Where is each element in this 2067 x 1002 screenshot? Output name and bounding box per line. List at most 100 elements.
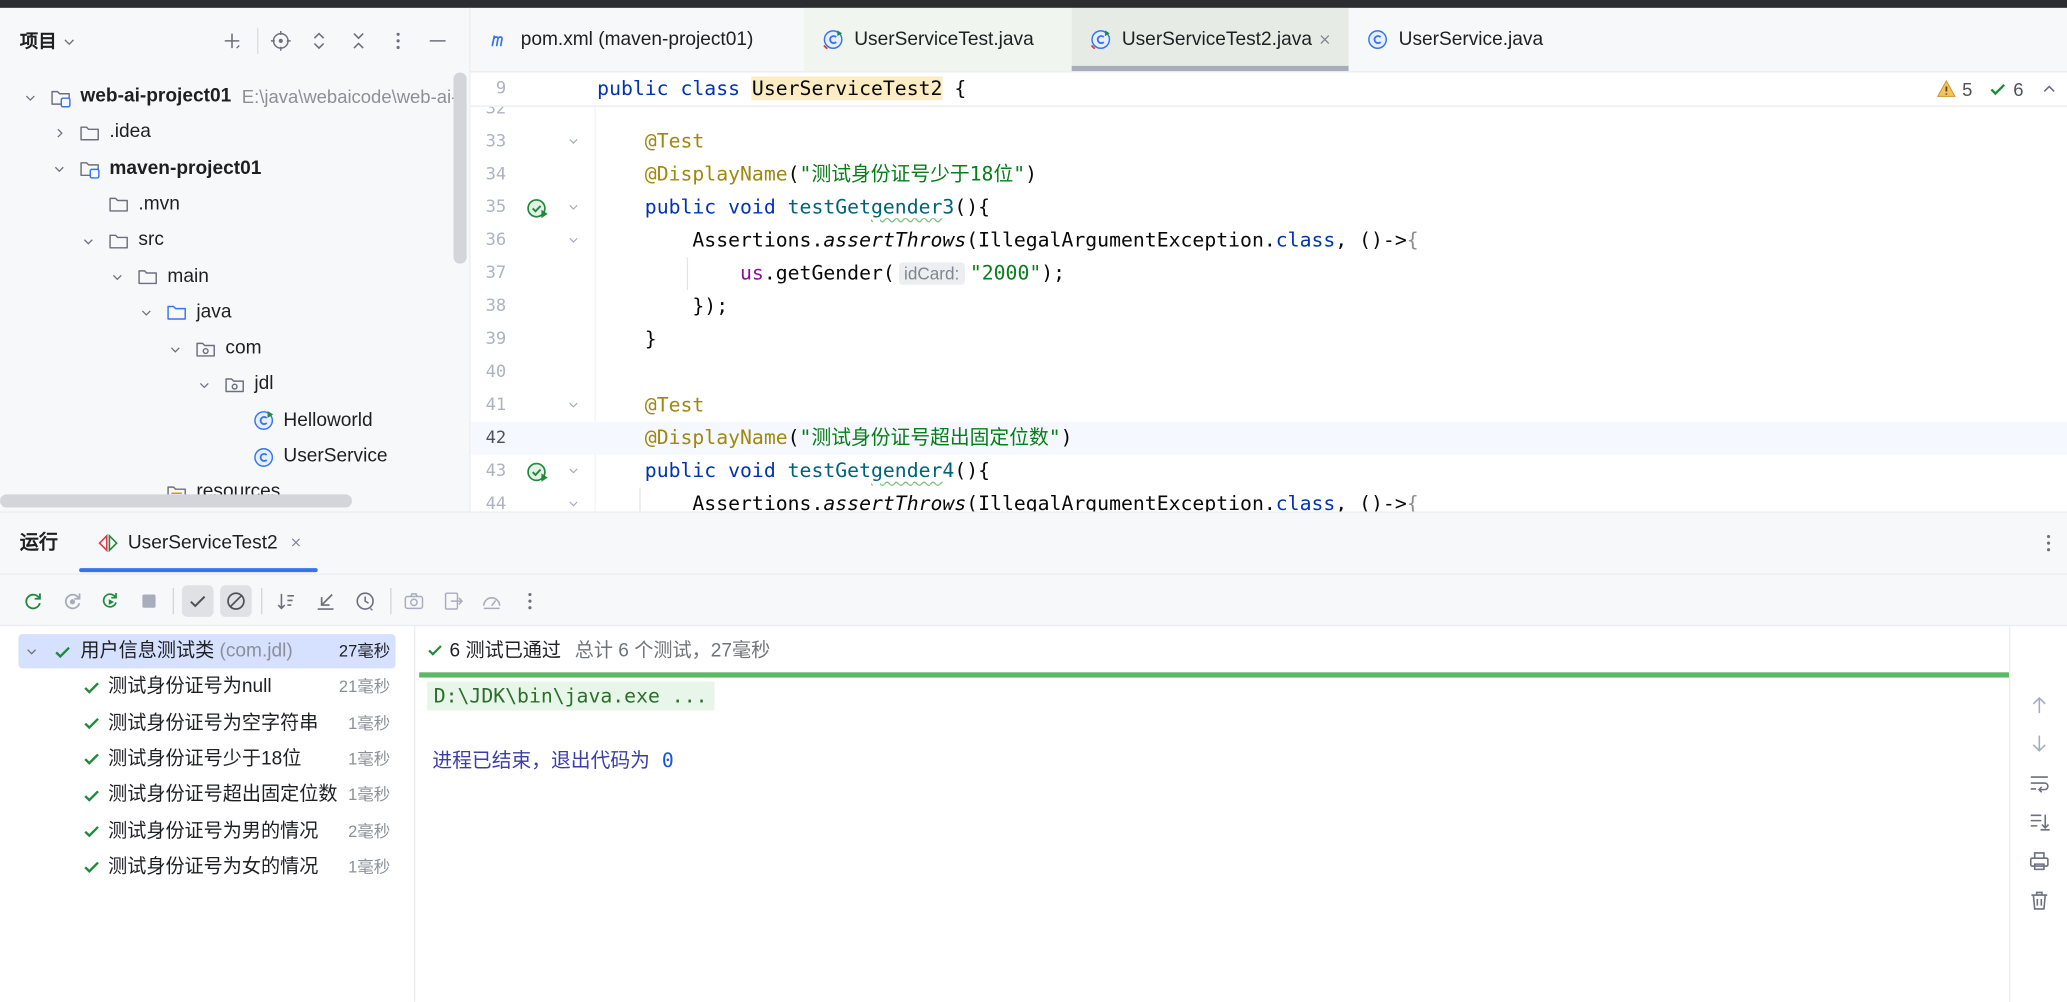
test-case-row[interactable]: 测试身份证号为null 21毫秒 [18, 670, 395, 704]
rerun-button[interactable] [17, 585, 49, 617]
plus-icon[interactable] [221, 30, 242, 51]
more-vertical-icon[interactable] [388, 30, 409, 51]
tab-pom-xml-maven-project01[interactable]: pom.xml (maven-project01) [471, 8, 805, 71]
chevron-down-icon[interactable] [80, 233, 96, 249]
tab-label: UserService.java [1398, 29, 1544, 51]
run-tab-label[interactable]: UserServiceTest2 [128, 529, 278, 558]
tree-item-src[interactable]: src [0, 223, 469, 259]
stop-button[interactable] [133, 585, 165, 617]
module-icon [50, 86, 71, 107]
sort-button[interactable] [270, 585, 302, 617]
code-line[interactable]: 39 } [471, 322, 2067, 355]
rerun-failed-icon [62, 591, 83, 612]
chevron-up-icon[interactable] [2039, 79, 2059, 99]
chevron-down-icon[interactable] [109, 269, 125, 285]
tree-item-web-ai-project01[interactable]: web-ai-project01 E:\java\webaicode\web-ai… [0, 79, 469, 115]
minimize-icon[interactable] [427, 30, 448, 51]
vertical-scrollbar[interactable] [453, 72, 467, 264]
export-button[interactable] [438, 585, 470, 617]
horizontal-scrollbar[interactable] [0, 494, 352, 508]
code-line[interactable]: 33 @Test [471, 125, 2067, 158]
camera-button[interactable] [398, 585, 430, 617]
chevron-down-icon[interactable] [196, 377, 212, 393]
toggle-auto-test-button[interactable] [95, 585, 127, 617]
tree-item-jdl[interactable]: jdl [0, 367, 469, 403]
tree-item-java[interactable]: java [0, 295, 469, 331]
project-panel-title[interactable]: 项目 [20, 26, 57, 55]
locate-icon[interactable] [270, 30, 291, 51]
fold-icon[interactable] [567, 200, 580, 213]
chevron-down-icon[interactable] [51, 161, 67, 177]
gauge-button[interactable] [476, 585, 508, 617]
tree-item-com[interactable]: com [0, 331, 469, 367]
down-arrow-icon[interactable] [2029, 733, 2050, 754]
tree-item-helloworld[interactable]: Helloworld [0, 403, 469, 439]
print-icon[interactable] [2029, 850, 2050, 871]
code-line[interactable]: 44 Assertions.assertThrows(IllegalArgume… [471, 487, 2067, 512]
close-icon[interactable] [289, 535, 304, 550]
tree-item-path: E:\java\webaicode\web-ai- [241, 85, 458, 107]
scroll-to-end-icon[interactable] [2029, 811, 2050, 832]
chevron-down-icon[interactable] [167, 341, 183, 357]
inspection-widget[interactable]: 5 6 [1937, 72, 2067, 106]
tree-item-maven-project01[interactable]: maven-project01 [0, 151, 469, 187]
console-command-line[interactable]: D:\JDK\bin\java.exe ... [427, 681, 715, 711]
code-line[interactable]: 42 @DisplayName("测试身份证号超出固定位数") [470, 421, 2067, 455]
test-class-icon [823, 29, 844, 50]
expand-all-icon[interactable] [308, 30, 329, 51]
run-test-icon[interactable] [526, 196, 548, 218]
more-vertical-button[interactable] [514, 585, 546, 617]
editor-tab-bar: pom.xml (maven-project01) UserServiceTest… [470, 7, 2067, 73]
chevron-down-icon[interactable] [61, 33, 78, 50]
chevron-down-icon[interactable] [24, 643, 40, 659]
chevron-down-icon[interactable] [138, 305, 154, 321]
console-output[interactable]: D:\JDK\bin\java.exe ... 进程已结束，退出代码为 0 [415, 678, 2009, 1002]
tree-item-main[interactable]: main [0, 259, 469, 295]
tree-item-mvn[interactable]: .mvn [0, 187, 469, 223]
collapse-button[interactable] [310, 585, 342, 617]
tree-item-userservice[interactable]: UserService [0, 439, 469, 475]
history-button[interactable] [349, 585, 381, 617]
show-passed-button[interactable] [181, 585, 214, 617]
close-icon[interactable] [1317, 32, 1333, 48]
test-case-row[interactable]: 测试身份证号为空字符串 1毫秒 [18, 706, 395, 740]
tree-item-idea[interactable]: .idea [0, 115, 469, 151]
up-arrow-icon[interactable] [2029, 695, 2050, 716]
fold-icon[interactable] [567, 398, 580, 411]
code-token: } [597, 326, 657, 350]
code-line[interactable]: 40 [471, 355, 2067, 388]
trash-icon[interactable] [2029, 890, 2050, 911]
test-case-row[interactable]: 测试身份证号超出固定位数 1毫秒 [18, 778, 395, 812]
code-line[interactable]: 36 Assertions.assertThrows(IllegalArgume… [471, 223, 2067, 256]
run-title[interactable]: 运行 [20, 529, 58, 558]
console-side-toolbar [2008, 626, 2067, 1002]
test-case-row[interactable]: 测试身份证号为女的情况 1毫秒 [18, 850, 395, 884]
run-test-icon[interactable] [526, 459, 548, 482]
show-ignored-button[interactable] [220, 585, 252, 617]
sticky-class-header[interactable]: 9 public class UserServiceTest2 { [470, 72, 2067, 107]
test-case-row[interactable]: 测试身份证号少于18位 1毫秒 [18, 742, 395, 776]
collapse-all-icon[interactable] [348, 30, 369, 51]
test-case-row[interactable]: 测试身份证号为男的情况 2毫秒 [18, 814, 395, 848]
code-token: Assertions. [597, 491, 824, 512]
chevron-right-icon[interactable] [51, 125, 67, 141]
fold-icon[interactable] [567, 464, 580, 477]
soft-wrap-icon[interactable] [2029, 772, 2050, 793]
code-line[interactable]: 34 @DisplayName("测试身份证号少于18位") [471, 158, 2067, 191]
rerun-failed-button[interactable] [57, 585, 89, 617]
tab-userservice-java[interactable]: UserService.java [1349, 8, 1613, 71]
code-editor[interactable]: 32 33 @Test 34 @DisplayName("测试身份证号少于18位")… [470, 72, 2067, 512]
code-line[interactable]: 43 public void testGetgender4(){ [471, 454, 2067, 487]
code-line[interactable]: 41 @Test [471, 388, 2067, 421]
more-vertical-icon[interactable] [2038, 533, 2059, 554]
code-line[interactable]: 38 }); [471, 289, 2067, 322]
code-line[interactable]: 35 public void testGetgender3(){ [471, 190, 2067, 223]
tab-userservicetest2-java[interactable]: UserServiceTest2.java [1071, 7, 1349, 72]
fold-icon[interactable] [567, 134, 580, 147]
chevron-down-icon[interactable] [22, 89, 38, 105]
fold-icon[interactable] [567, 233, 580, 246]
code-line[interactable]: 37 us.getGender(idCard: "2000"); [471, 256, 2067, 290]
tab-userservicetest-java[interactable]: UserServiceTest.java [804, 7, 1072, 72]
test-suite-row[interactable]: 用户信息测试类 (com.jdl) 27毫秒 [18, 634, 396, 669]
fold-icon[interactable] [567, 497, 580, 510]
